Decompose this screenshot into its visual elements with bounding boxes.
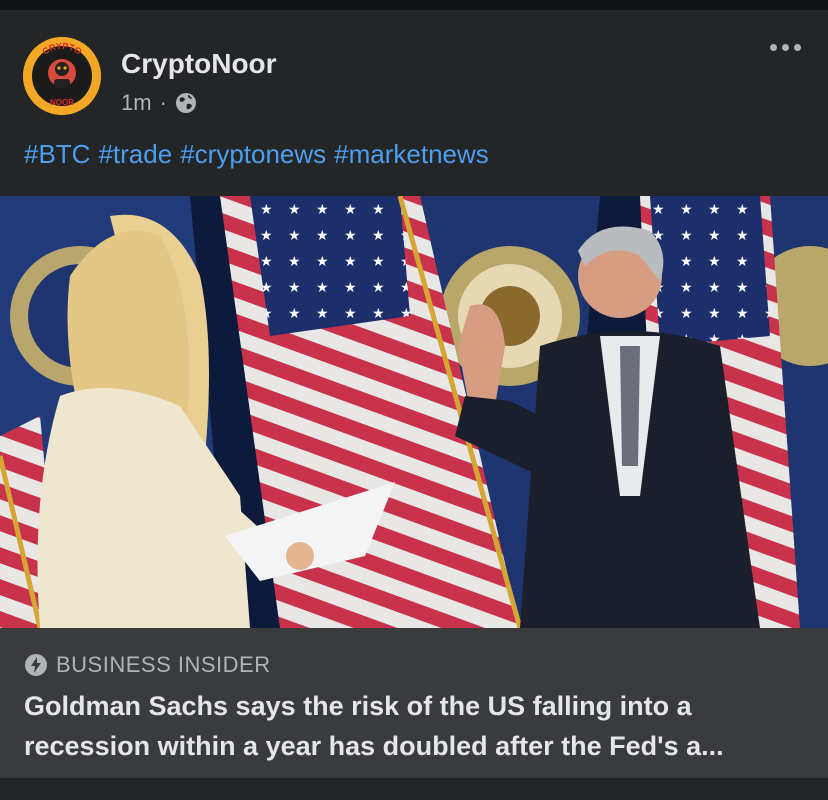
dot	[794, 44, 801, 51]
link-headline[interactable]: Goldman Sachs says the risk of the US fa…	[24, 686, 814, 766]
author-name[interactable]: CryptoNoor	[121, 48, 277, 80]
avatar[interactable]: CRYPTO NOOR	[23, 37, 101, 115]
hashtag-link[interactable]: #marketnews	[334, 139, 489, 170]
dot	[782, 44, 789, 51]
globe-icon	[175, 92, 197, 114]
link-source: BUSINESS INSIDER	[24, 652, 271, 678]
top-strip	[0, 0, 828, 10]
lightning-bolt-icon	[24, 653, 48, 677]
ceremony-photo: ★	[0, 196, 828, 628]
meta-separator: ·	[159, 90, 167, 115]
hashtag-link[interactable]: #cryptonews	[180, 139, 326, 170]
hashtag-link[interactable]: #BTC	[24, 139, 90, 170]
more-options-button[interactable]	[770, 44, 801, 51]
post-time[interactable]: 1m	[121, 90, 152, 116]
source-name: BUSINESS INSIDER	[56, 652, 271, 677]
post-image[interactable]: ★	[0, 196, 828, 628]
avatar-bottom-text: NOOR	[50, 98, 74, 107]
post-meta: 1m ·	[121, 90, 197, 116]
hashtag-link[interactable]: #trade	[98, 139, 172, 170]
dot	[770, 44, 777, 51]
hashtag-row: #BTC #trade #cryptonews #marketnews	[24, 139, 489, 170]
avatar-logo: CRYPTO NOOR	[23, 37, 101, 115]
